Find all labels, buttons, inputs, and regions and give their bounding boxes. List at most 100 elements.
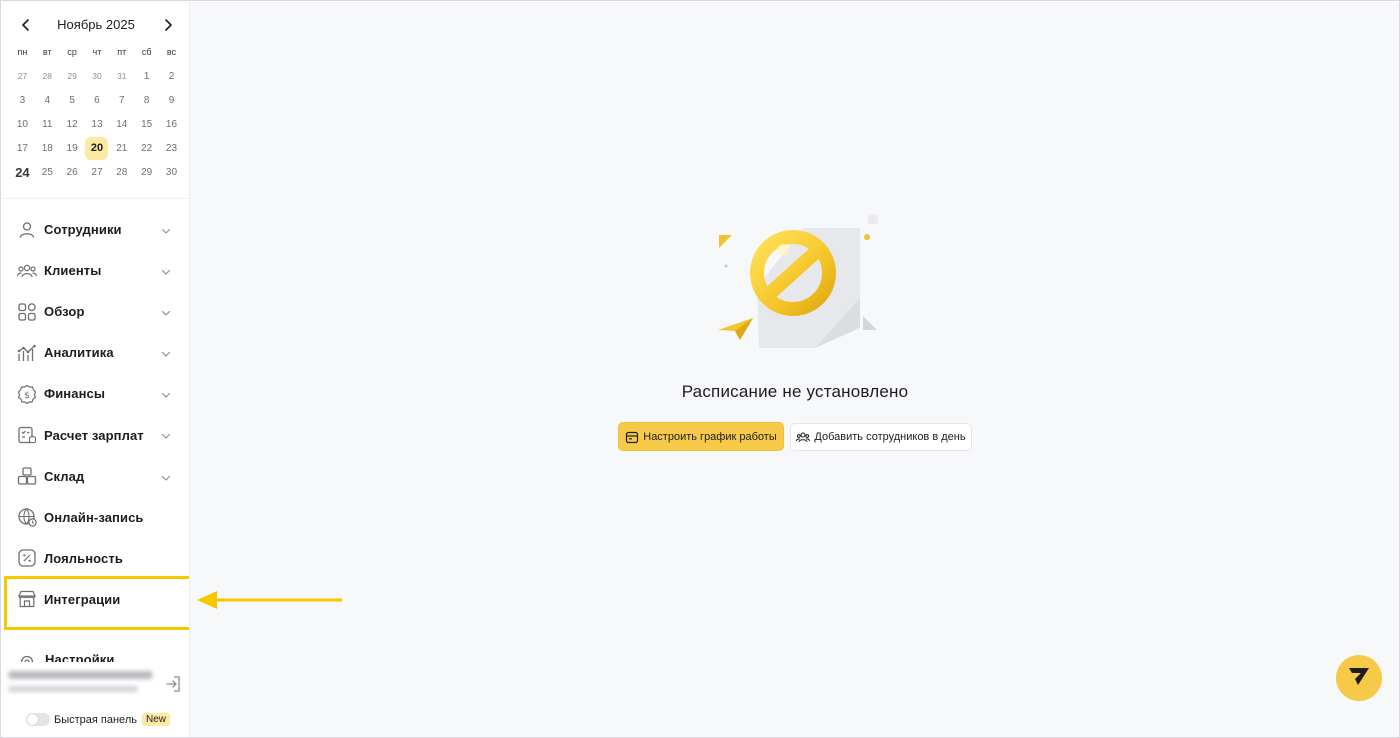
calendar-weekday-row: пн вт ср чт пт сб вс	[10, 40, 184, 64]
chevron-down-icon[interactable]	[160, 388, 172, 400]
boxes-icon	[17, 466, 37, 486]
chevron-down-icon[interactable]	[160, 471, 172, 483]
calendar-day[interactable]: 15	[134, 112, 159, 136]
calendar-day-today[interactable]: 20	[85, 136, 110, 160]
chevron-down-icon[interactable]	[160, 429, 172, 441]
calendar-day-number: 27	[91, 166, 103, 178]
next-month-icon[interactable]	[159, 16, 177, 34]
calendar-day[interactable]: 2	[159, 64, 184, 88]
logout-icon[interactable]	[164, 674, 184, 694]
calendar-day-number: 23	[165, 142, 178, 154]
user-account[interactable]	[2, 662, 189, 706]
calendar-day[interactable]: 9	[159, 88, 184, 112]
calendar-weekday: ср	[67, 47, 77, 57]
brand-logo-icon	[1347, 665, 1371, 692]
dollar-icon: $	[17, 384, 37, 404]
sidebar-divider	[2, 198, 189, 199]
calendar-day[interactable]: 11	[35, 112, 60, 136]
calendar-day[interactable]: 12	[60, 112, 85, 136]
calendar-day-number: 28	[116, 166, 128, 178]
sidebar-item-percent[interactable]: Лояльность	[2, 538, 189, 579]
sidebar-item-users[interactable]: Клиенты	[2, 250, 189, 291]
calendar-day[interactable]: 28	[35, 64, 60, 88]
calendar-day[interactable]: 10	[10, 112, 35, 136]
calendar-day[interactable]: 29	[60, 64, 85, 88]
calendar-day[interactable]: 27	[85, 160, 110, 184]
store-icon	[17, 589, 37, 609]
quick-panel-label: Быстрая панель	[54, 713, 137, 726]
globe-icon	[17, 507, 37, 527]
calendar-day[interactable]: 31	[109, 64, 134, 88]
calendar-day[interactable]: 28	[109, 160, 134, 184]
sidebar-item-grid[interactable]: Обзор	[2, 291, 189, 332]
sidebar-nav: Сотрудники Клиенты Обзор Аналитика $ Финансы Р…	[2, 209, 189, 630]
add-employees-button[interactable]: Добавить сотрудников в день	[790, 423, 972, 451]
calendar-day[interactable]: 30	[85, 64, 110, 88]
calendar-day[interactable]: 21	[109, 136, 134, 160]
user-email-blurred	[8, 686, 138, 692]
chevron-down-icon[interactable]	[160, 306, 172, 318]
sidebar-item-label: Сотрудники	[44, 222, 122, 238]
app-window: Ноябрь 2025 пн вт ср чт пт сб вс 27 28 29 30 31 1 2 3 4…	[0, 0, 1400, 738]
calendar-day[interactable]: 26	[60, 160, 85, 184]
chevron-down-icon[interactable]	[160, 347, 172, 359]
chevron-down-icon[interactable]	[160, 224, 172, 236]
calendar-day[interactable]: 17	[10, 136, 35, 160]
percent-icon	[17, 548, 37, 568]
calendar-day-number: 13	[91, 118, 103, 130]
calendar-day[interactable]: 6	[85, 88, 110, 112]
prev-month-icon[interactable]	[17, 16, 35, 34]
calendar-weekday: вс	[166, 47, 177, 57]
calendar-day[interactable]: 19	[60, 136, 85, 160]
chevron-down-icon[interactable]	[160, 265, 172, 277]
sidebar-item-dollar[interactable]: $ Финансы	[2, 373, 189, 414]
calendar-day[interactable]: 22	[134, 136, 159, 160]
help-chat-button[interactable]	[1336, 655, 1382, 701]
calendar-day[interactable]: 4	[35, 88, 60, 112]
calendar-day-number: 30	[165, 166, 178, 178]
calendar-day[interactable]: 24	[10, 160, 35, 184]
calendar-day-number: 15	[141, 118, 153, 130]
calendar-day[interactable]: 25	[35, 160, 60, 184]
sidebar-item-label: Склад	[44, 468, 85, 484]
sidebar-item-user[interactable]: Сотрудники	[2, 209, 189, 250]
calendar-day-number: 11	[42, 118, 53, 130]
calendar-month-title: Ноябрь 2025	[57, 17, 135, 32]
calendar-weekday: пт	[117, 47, 127, 57]
sidebar-item-boxes[interactable]: Склад	[2, 456, 189, 497]
analytics-icon	[17, 343, 37, 363]
calendar-day[interactable]: 14	[109, 112, 134, 136]
calendar-day[interactable]: 30	[159, 160, 184, 184]
sidebar-item-globe[interactable]: Онлайн-запись	[2, 497, 189, 538]
calendar-day[interactable]: 29	[134, 160, 159, 184]
sidebar-item-store[interactable]: Интеграции	[2, 575, 189, 630]
calendar-week: 10 11 12 13 14 15 16	[10, 112, 184, 136]
calendar-week: 27 28 29 30 31 1 2	[10, 64, 184, 88]
sidebar-item-analytics[interactable]: Аналитика	[2, 332, 189, 373]
calendar-day-number: 7	[119, 94, 125, 106]
calendar-day[interactable]: 7	[109, 88, 134, 112]
sidebar-item-payroll[interactable]: Расчет зарплат	[2, 414, 189, 455]
calendar-day-number: 18	[41, 142, 53, 154]
svg-text:$: $	[24, 391, 30, 401]
calendar-day[interactable]: 1	[134, 64, 159, 88]
quick-panel-toggle[interactable]	[26, 713, 50, 726]
setup-schedule-button[interactable]: Настроить график работы	[618, 422, 784, 451]
empty-state-title: Расписание не установлено	[681, 382, 909, 401]
calendar-day-number: 16	[165, 118, 178, 130]
sidebar-item-label: Обзор	[44, 304, 85, 320]
calendar-day[interactable]: 23	[159, 136, 184, 160]
users-icon	[796, 430, 811, 444]
calendar-day[interactable]: 3	[10, 88, 35, 112]
calendar-day[interactable]: 16	[159, 112, 184, 136]
calendar-day-number: 19	[66, 142, 78, 154]
calendar-day[interactable]: 27	[10, 64, 35, 88]
calendar-header: Ноябрь 2025	[2, 14, 189, 36]
sidebar-item-label: Финансы	[44, 386, 106, 402]
calendar-day-number: 3	[19, 94, 26, 106]
calendar-day[interactable]: 5	[60, 88, 85, 112]
calendar-day[interactable]: 18	[35, 136, 60, 160]
new-badge: New	[141, 713, 170, 726]
calendar-day[interactable]: 8	[134, 88, 159, 112]
calendar-day[interactable]: 13	[85, 112, 110, 136]
